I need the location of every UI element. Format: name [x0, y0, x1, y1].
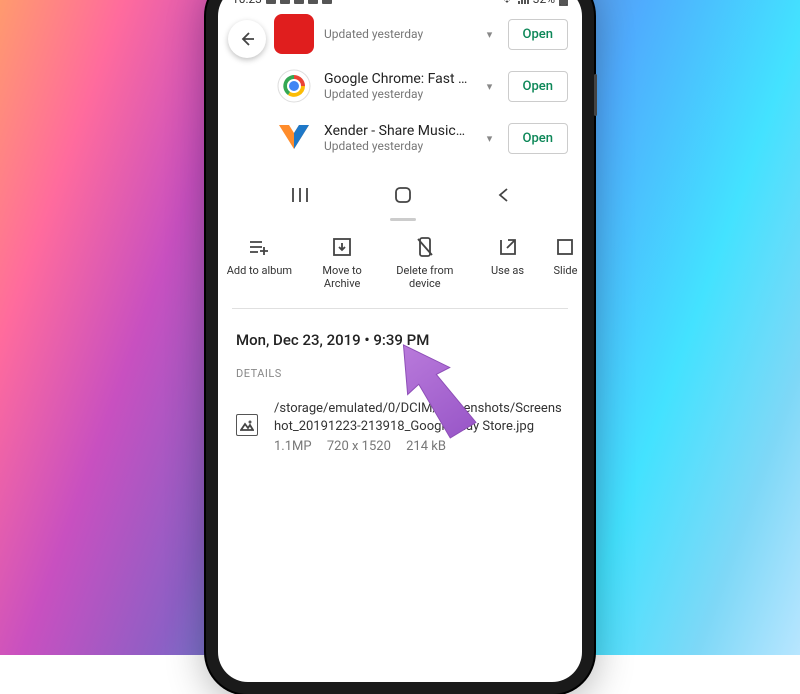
action-label: Use as: [491, 264, 524, 277]
system-nav-bar: [218, 172, 582, 222]
status-left: 10:23 •••: [232, 0, 345, 6]
notif-icon: [308, 0, 318, 4]
back-button[interactable]: [228, 20, 266, 58]
details-heading: DETAILS: [218, 359, 582, 388]
action-label: Slide: [554, 264, 578, 277]
notif-icon: [294, 0, 304, 4]
image-file-icon: [236, 414, 258, 436]
app-title: Xender - Share Music&Video, Transfer: [324, 123, 472, 139]
archive-icon: [331, 236, 353, 258]
app-row[interactable]: Google Chrome: Fast & Secure Updated yes…: [218, 60, 582, 112]
app-subtitle: Updated yesterday: [324, 87, 472, 101]
phone-frame: 10:23 ••• 32% Updated yesterda: [206, 0, 594, 694]
back-icon: [496, 187, 510, 203]
use-as-icon: [497, 236, 519, 258]
status-battery-text: 32%: [533, 0, 555, 6]
status-time: 10:23: [232, 0, 262, 6]
app-text-block: Xender - Share Music&Video, Transfer Upd…: [324, 123, 472, 153]
arrow-left-icon: [238, 30, 256, 48]
file-dimensions: 720 x 1520: [327, 439, 391, 454]
phone-screen: 10:23 ••• 32% Updated yesterda: [218, 0, 582, 682]
chrome-icon: [274, 66, 314, 106]
slideshow-button[interactable]: Slide: [549, 236, 582, 290]
open-button[interactable]: Open: [508, 123, 568, 154]
action-label: Move toArchive: [322, 264, 361, 290]
app-subtitle: Updated yesterday: [324, 27, 472, 41]
file-meta: 1.1MP 720 x 1520 214 kB: [274, 439, 564, 454]
photo-timestamp: Mon, Dec 23, 2019 • 9:39 PM: [218, 315, 582, 359]
phone-side-button: [594, 74, 597, 116]
file-size: 214 kB: [406, 439, 446, 454]
status-bar: 10:23 ••• 32%: [218, 0, 582, 12]
use-as-button[interactable]: Use as: [466, 236, 549, 290]
nav-home-button[interactable]: [374, 180, 432, 215]
photo-action-bar: Add to album Move toArchive Delete fromd…: [218, 222, 582, 302]
nav-back-button[interactable]: [476, 181, 530, 214]
app-row[interactable]: Xender - Share Music&Video, Transfer Upd…: [218, 112, 582, 164]
xender-icon: [274, 118, 314, 158]
app-title: Google Chrome: Fast & Secure: [324, 71, 472, 87]
notif-icon: [280, 0, 290, 4]
file-megapixels: 1.1MP: [274, 439, 312, 454]
battery-icon: [559, 0, 568, 6]
add-album-icon: [248, 236, 270, 258]
home-icon: [394, 186, 412, 204]
file-info: /storage/emulated/0/DCIM/Screenshots/Scr…: [274, 400, 564, 454]
action-label: Add to album: [227, 264, 292, 277]
action-label: Delete fromdevice: [396, 264, 453, 290]
file-path: /storage/emulated/0/DCIM/Screenshots/Scr…: [274, 400, 564, 435]
open-button[interactable]: Open: [508, 19, 568, 50]
chevron-down-icon[interactable]: ▾: [482, 28, 498, 41]
nav-recents-button[interactable]: [270, 181, 330, 214]
file-details-row: /storage/emulated/0/DCIM/Screenshots/Scr…: [218, 388, 582, 466]
chevron-down-icon[interactable]: ▾: [482, 132, 498, 145]
delete-from-device-button[interactable]: Delete fromdevice: [383, 236, 466, 290]
app-icon: [274, 14, 314, 54]
move-to-archive-button[interactable]: Move toArchive: [301, 236, 384, 290]
wifi-icon: [501, 0, 513, 5]
status-right: 32%: [501, 0, 568, 6]
app-row[interactable]: Updated yesterday ▾ Open: [218, 12, 582, 60]
chevron-down-icon[interactable]: ▾: [482, 80, 498, 93]
signal-icon: [517, 0, 529, 5]
notif-icon: [266, 0, 276, 4]
add-to-album-button[interactable]: Add to album: [218, 236, 301, 290]
notif-icon: [322, 0, 332, 4]
app-text-block: Google Chrome: Fast & Secure Updated yes…: [324, 71, 472, 101]
delete-device-icon: [414, 236, 436, 258]
open-button[interactable]: Open: [508, 71, 568, 102]
slideshow-icon: [554, 236, 576, 258]
recents-icon: [290, 187, 310, 203]
divider: [232, 308, 568, 309]
app-subtitle: Updated yesterday: [324, 139, 472, 153]
status-more-icon: •••: [336, 0, 345, 6]
app-text-block: Updated yesterday: [324, 27, 472, 41]
